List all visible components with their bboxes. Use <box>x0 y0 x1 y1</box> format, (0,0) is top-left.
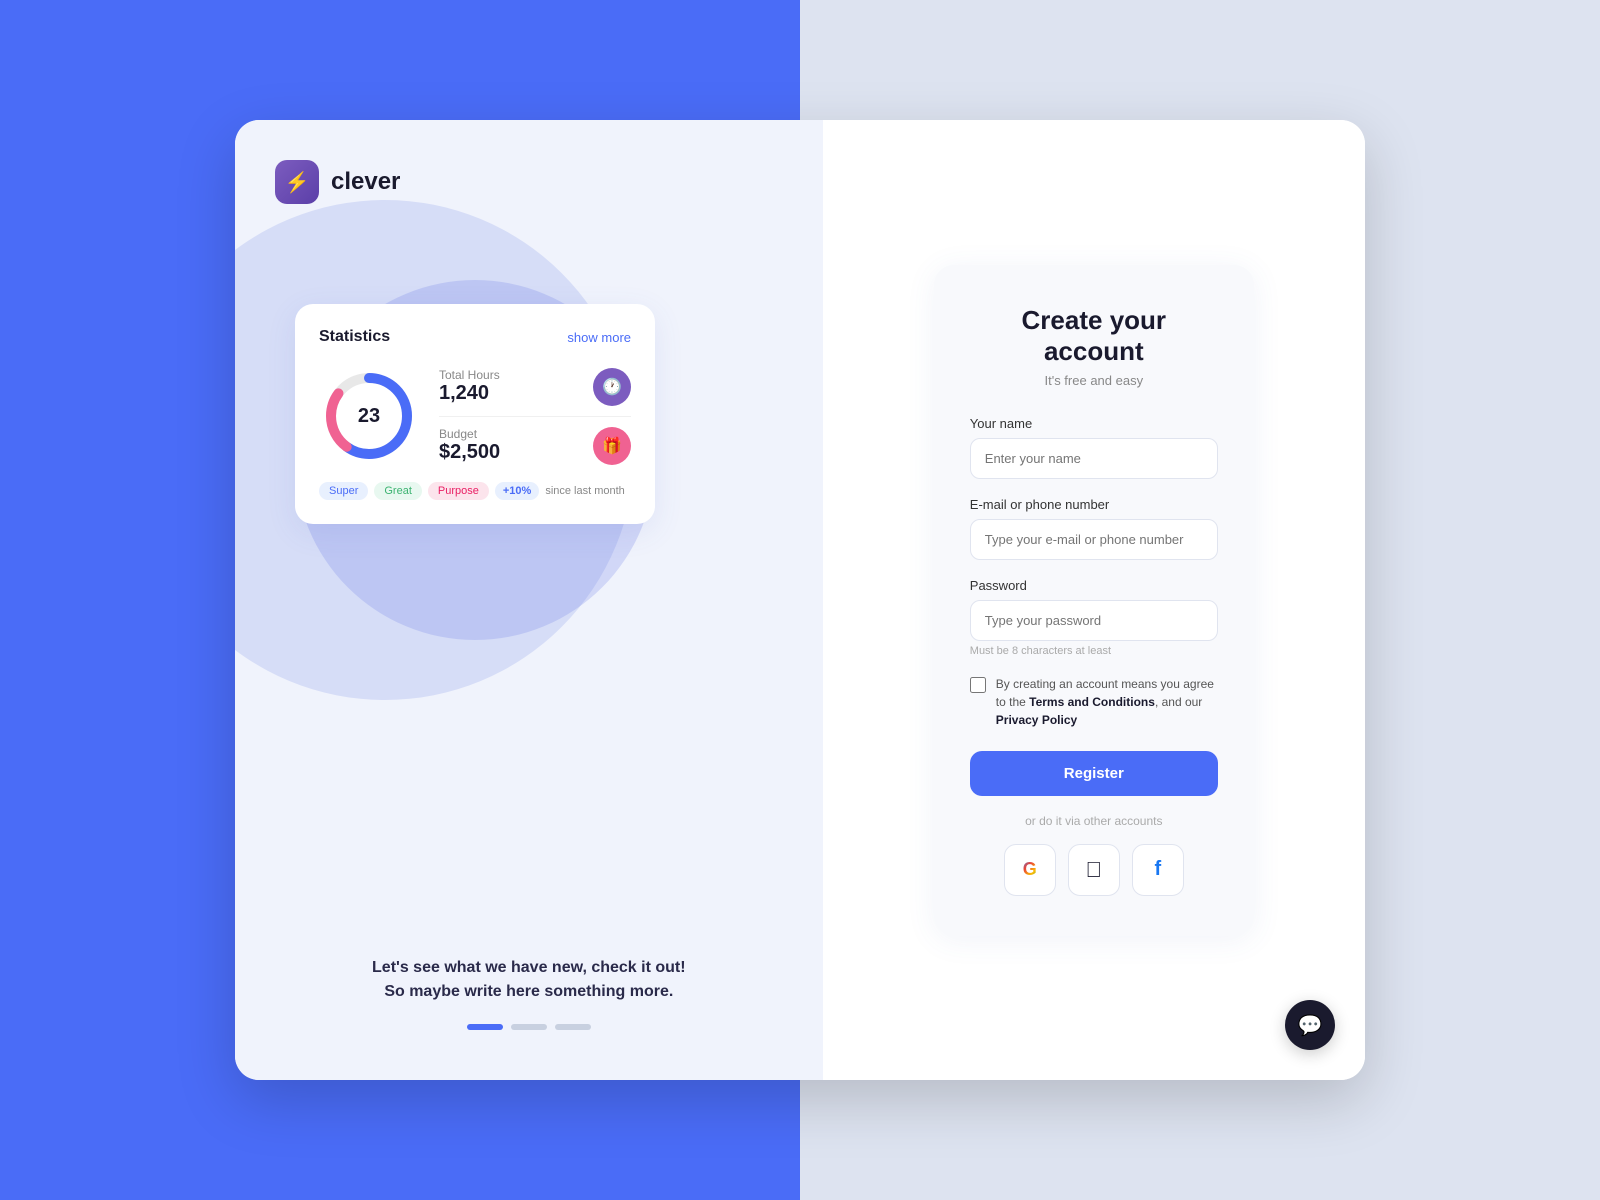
facebook-icon: f <box>1154 858 1161 881</box>
terms-conditions-link[interactable]: Terms and Conditions <box>1029 695 1155 709</box>
logo-icon: ⚡ <box>275 160 319 204</box>
tags-row: Super Great Purpose +10% since last mont… <box>319 482 631 500</box>
stats-header: Statistics show more <box>319 328 631 346</box>
label-password: Password <box>970 578 1218 593</box>
form-subtitle: It's free and easy <box>970 373 1218 388</box>
metric-row-budget: Budget $2,500 🎁 <box>439 427 631 465</box>
form-group-password: Password Must be 8 characters at least <box>970 578 1218 657</box>
register-button[interactable]: Register <box>970 751 1218 796</box>
show-more-link[interactable]: show more <box>567 330 631 345</box>
dot-1[interactable] <box>467 1024 503 1030</box>
logo-area: ⚡ clever <box>275 160 783 204</box>
password-input[interactable] <box>970 600 1218 641</box>
tag-purpose[interactable]: Purpose <box>428 482 489 500</box>
metric-budget-value: $2,500 <box>439 441 500 464</box>
metric-hours-info: Total Hours 1,240 <box>439 368 500 405</box>
right-panel: Create your account It's free and easy Y… <box>823 120 1365 1080</box>
facebook-signin-button[interactable]: f <box>1132 844 1184 896</box>
google-icon: G <box>1023 859 1037 880</box>
stats-title: Statistics <box>319 328 390 346</box>
terms-text: By creating an account means you agree t… <box>996 675 1218 729</box>
app-name: clever <box>331 168 400 196</box>
form-title: Create your account <box>970 305 1218 367</box>
metric-budget-label: Budget <box>439 427 500 441</box>
growth-badge: +10% <box>495 482 539 500</box>
or-text: or do it via other accounts <box>970 814 1218 828</box>
apple-signin-button[interactable]:  <box>1068 844 1120 896</box>
metric-row-hours: Total Hours 1,240 🕐 <box>439 368 631 417</box>
metric-budget-info: Budget $2,500 <box>439 427 500 464</box>
label-name: Your name <box>970 416 1218 431</box>
label-email: E-mail or phone number <box>970 497 1218 512</box>
form-group-email: E-mail or phone number <box>970 497 1218 560</box>
chat-icon: 💬 <box>1298 1013 1323 1038</box>
donut-center-value: 23 <box>319 366 419 466</box>
metric-budget-icon: 🎁 <box>593 427 631 465</box>
stats-metrics: Total Hours 1,240 🕐 Budget $2,500 🎁 <box>439 368 631 465</box>
stats-card: Statistics show more 23 <box>295 304 655 524</box>
privacy-policy-link[interactable]: Privacy Policy <box>996 713 1077 727</box>
terms-row: By creating an account means you agree t… <box>970 675 1218 729</box>
name-input[interactable] <box>970 438 1218 479</box>
metric-hours-value: 1,240 <box>439 382 500 405</box>
dots-row <box>295 1024 763 1030</box>
bottom-text: Let's see what we have new, check it out… <box>275 956 783 1030</box>
stats-body: 23 Total Hours 1,240 🕐 Budget $2,500 <box>319 366 631 466</box>
social-row: G  f <box>970 844 1218 896</box>
bottom-description: Let's see what we have new, check it out… <box>369 956 689 1004</box>
dot-3[interactable] <box>555 1024 591 1030</box>
terms-checkbox[interactable] <box>970 677 986 693</box>
email-input[interactable] <box>970 519 1218 560</box>
dot-2[interactable] <box>511 1024 547 1030</box>
donut-chart: 23 <box>319 366 419 466</box>
tag-great[interactable]: Great <box>374 482 422 500</box>
metric-hours-icon: 🕐 <box>593 368 631 406</box>
chat-fab-button[interactable]: 💬 <box>1285 1000 1335 1050</box>
growth-desc: since last month <box>545 485 624 497</box>
apple-icon:  <box>1086 857 1103 883</box>
tag-super[interactable]: Super <box>319 482 368 500</box>
metric-hours-label: Total Hours <box>439 368 500 382</box>
main-card: ⚡ clever Statistics show more <box>235 120 1365 1080</box>
form-group-name: Your name <box>970 416 1218 479</box>
left-panel: ⚡ clever Statistics show more <box>235 120 823 1080</box>
form-card: Create your account It's free and easy Y… <box>934 265 1254 936</box>
google-signin-button[interactable]: G <box>1004 844 1056 896</box>
password-hint: Must be 8 characters at least <box>970 645 1218 657</box>
